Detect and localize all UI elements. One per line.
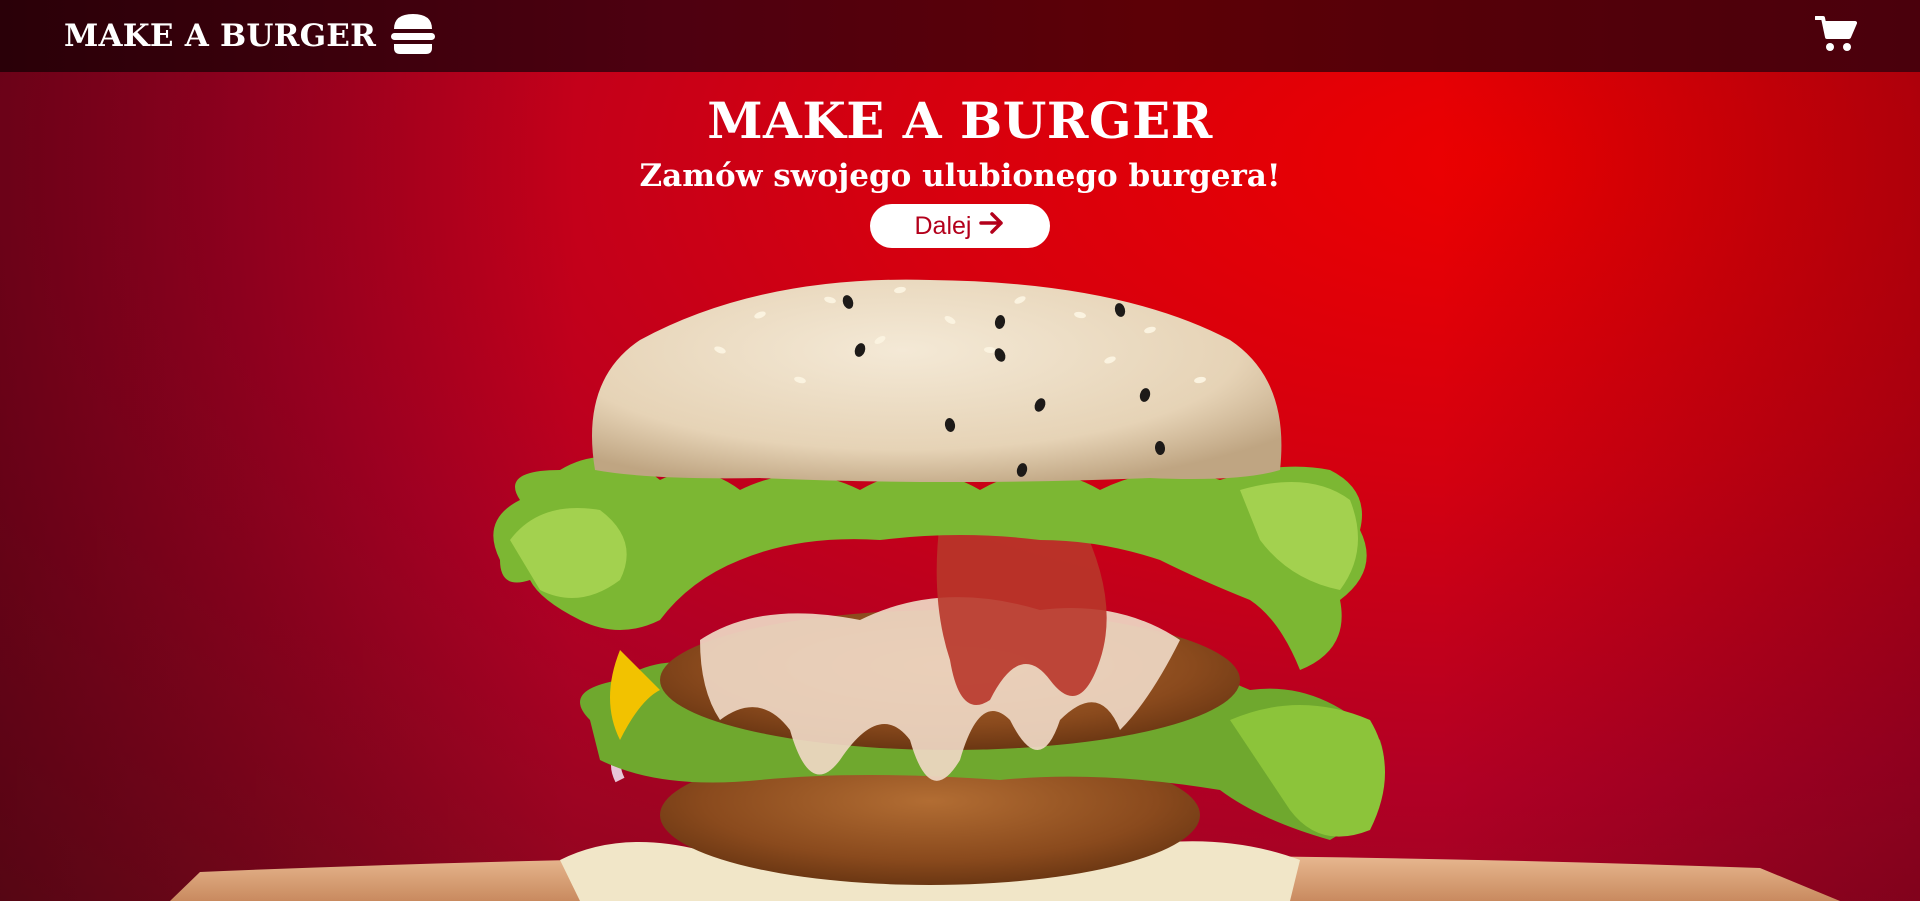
brand-link[interactable]: MAKE A BURGER (64, 12, 436, 60)
next-button[interactable]: Dalej (870, 204, 1050, 248)
cart-icon (1814, 15, 1857, 57)
next-button-label: Dalej (914, 211, 972, 240)
cart-button[interactable] (1814, 14, 1858, 58)
navbar: MAKE A BURGER (0, 0, 1920, 72)
top-bun (592, 279, 1282, 482)
burger-icon (390, 12, 436, 60)
arrow-right-icon (979, 211, 1005, 241)
hero-title: MAKE A BURGER (707, 91, 1213, 150)
hero-subtitle: Zamów swojego ulubionego burgera! (639, 158, 1281, 194)
brand-name: MAKE A BURGER (64, 18, 377, 54)
hero: MAKE A BURGER Zamów swojego ulubionego b… (0, 88, 1920, 248)
